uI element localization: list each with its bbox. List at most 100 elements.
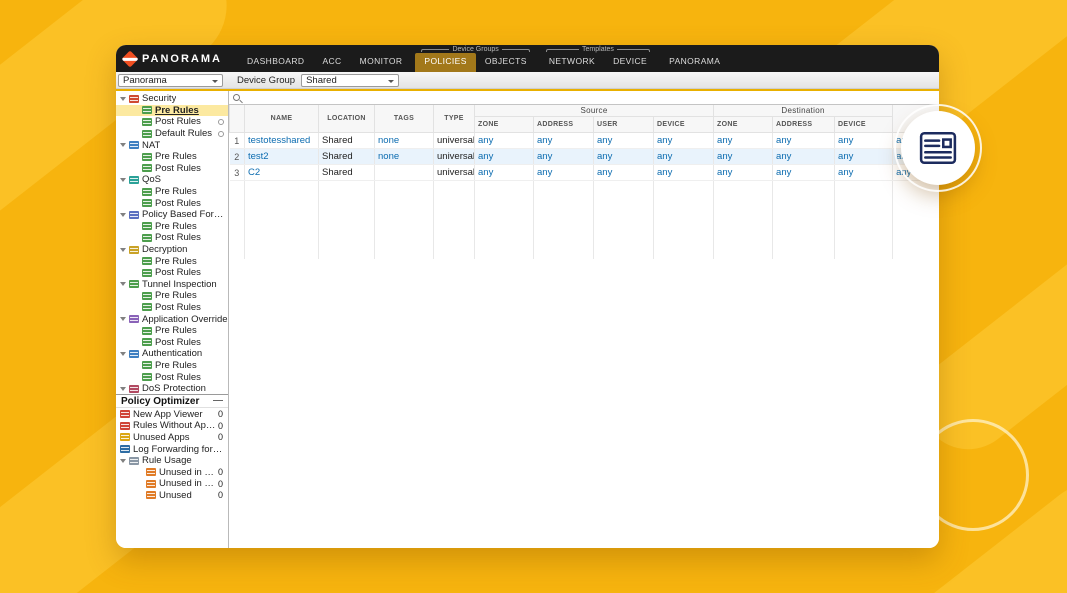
column-header-tags[interactable]: TAGS <box>374 105 434 133</box>
tree-item-authentication-pre-rules[interactable]: Pre Rules <box>116 360 228 372</box>
source-device-link[interactable]: any <box>657 151 672 162</box>
column-header-number[interactable] <box>229 105 245 133</box>
tree-item-pbf-pre-rules[interactable]: Pre Rules <box>116 221 228 233</box>
tab-device[interactable]: DEVICE <box>604 53 656 72</box>
tree-item-decryption-post-rules[interactable]: Post Rules <box>116 267 228 279</box>
destination-device-link[interactable]: any <box>838 167 853 178</box>
destination-zone-link[interactable]: any <box>717 151 732 162</box>
source-user-link[interactable]: any <box>597 151 612 162</box>
tree-item-decryption-pre-rules[interactable]: Pre Rules <box>116 255 228 267</box>
rule-name-link[interactable]: testotesshared <box>248 135 310 146</box>
tree-item-appoverride-pre-rules[interactable]: Pre Rules <box>116 325 228 337</box>
chevron-down-icon[interactable] <box>120 247 126 252</box>
tab-dashboard[interactable]: DASHBOARD <box>238 53 313 72</box>
tree-item-security-post-rules[interactable]: Post Rules <box>116 116 228 128</box>
collapse-icon[interactable]: — <box>213 396 223 406</box>
rules-search-bar[interactable] <box>229 91 939 105</box>
chevron-down-icon[interactable] <box>120 386 126 391</box>
destination-zone-link[interactable]: any <box>717 135 732 146</box>
tree-group-dos-protection[interactable]: DoS Protection <box>116 383 228 395</box>
tree-group-tunnel-inspection[interactable]: Tunnel Inspection <box>116 279 228 291</box>
optimizer-item-unused[interactable]: Unused 0 <box>116 490 228 502</box>
source-address-link[interactable]: any <box>537 151 552 162</box>
tab-network[interactable]: NETWORK <box>540 53 604 72</box>
rule-tags-link[interactable]: none <box>378 135 399 146</box>
tree-item-pbf-post-rules[interactable]: Post Rules <box>116 232 228 244</box>
chevron-down-icon[interactable] <box>120 143 126 148</box>
source-zone-link[interactable]: any <box>478 151 493 162</box>
column-header-destination-device[interactable]: DEVICE <box>834 116 894 133</box>
chevron-down-icon[interactable] <box>120 177 126 182</box>
source-device-link[interactable]: any <box>657 167 672 178</box>
tree-group-authentication[interactable]: Authentication <box>116 348 228 360</box>
tree-item-qos-pre-rules[interactable]: Pre Rules <box>116 186 228 198</box>
tab-panorama[interactable]: PANORAMA <box>660 53 729 72</box>
chevron-down-icon[interactable] <box>120 212 126 217</box>
tree-item-security-default-rules[interactable]: Default Rules <box>116 128 228 140</box>
context-select[interactable]: Panorama <box>118 73 223 87</box>
column-header-destination-address[interactable]: ADDRESS <box>772 116 836 133</box>
column-header-destination-zone[interactable]: ZONE <box>713 116 774 133</box>
source-device-link[interactable]: any <box>657 135 672 146</box>
tree-group-security[interactable]: Security <box>116 93 228 105</box>
column-header-source-device[interactable]: DEVICE <box>652 116 715 133</box>
tab-monitor[interactable]: MONITOR <box>351 53 412 72</box>
table-row[interactable]: 2 test2 Shared none universal any any an… <box>229 148 939 165</box>
rule-name-link[interactable]: test2 <box>248 151 269 162</box>
destination-zone-link[interactable]: any <box>717 167 732 178</box>
tree-item-authentication-post-rules[interactable]: Post Rules <box>116 371 228 383</box>
tab-acc[interactable]: ACC <box>313 53 350 72</box>
source-zone-link[interactable]: any <box>478 135 493 146</box>
optimizer-item-new-app-viewer[interactable]: New App Viewer 0 <box>116 408 228 420</box>
tab-objects[interactable]: OBJECTS <box>476 53 536 72</box>
table-row[interactable]: 1 testotesshared Shared none universal a… <box>229 132 939 149</box>
tree-item-nat-pre-rules[interactable]: Pre Rules <box>116 151 228 163</box>
chevron-down-icon[interactable] <box>120 458 126 463</box>
column-header-type[interactable]: TYPE <box>433 105 475 133</box>
column-header-source-user[interactable]: USER <box>593 116 654 133</box>
column-header-name[interactable]: NAME <box>244 105 319 133</box>
optimizer-item-unused-90-days[interactable]: Unused in 90 days0 <box>116 478 228 490</box>
rule-tags-link[interactable]: none <box>378 151 399 162</box>
column-header-source-zone[interactable]: ZONE <box>474 116 534 133</box>
tree-group-pbf[interactable]: Policy Based Forwarding <box>116 209 228 221</box>
chevron-down-icon[interactable] <box>120 282 126 287</box>
tree-item-tunnel-post-rules[interactable]: Post Rules <box>116 302 228 314</box>
tree-group-nat[interactable]: NAT <box>116 139 228 151</box>
device-group-select[interactable]: Shared <box>301 73 400 87</box>
optimizer-item-unused-apps[interactable]: Unused Apps 0 <box>116 432 228 444</box>
tree-item-nat-post-rules[interactable]: Post Rules <box>116 163 228 175</box>
optimizer-item-log-forwarding[interactable]: Log Forwarding for Security Se <box>116 443 228 455</box>
empty-rulebase-icon <box>218 118 224 125</box>
optimizer-group-rule-usage[interactable]: Rule Usage <box>116 455 228 467</box>
tree-group-decryption[interactable]: Decryption <box>116 244 228 256</box>
source-zone-link[interactable]: any <box>478 167 493 178</box>
destination-address-link[interactable]: any <box>776 151 791 162</box>
chevron-down-icon[interactable] <box>120 317 126 322</box>
chevron-down-icon[interactable] <box>120 351 126 356</box>
destination-address-link[interactable]: any <box>776 167 791 178</box>
device-group-label: Device Group <box>237 74 296 86</box>
tree-group-qos[interactable]: QoS <box>116 174 228 186</box>
tree-item-qos-post-rules[interactable]: Post Rules <box>116 197 228 209</box>
empty-grid-area <box>229 180 939 259</box>
optimizer-item-unused-30-days[interactable]: Unused in 30 days0 <box>116 466 228 478</box>
table-row[interactable]: 3 C2 Shared universal any any any any an… <box>229 164 939 181</box>
column-header-location[interactable]: LOCATION <box>318 105 375 133</box>
tree-item-appoverride-post-rules[interactable]: Post Rules <box>116 336 228 348</box>
column-header-source-address[interactable]: ADDRESS <box>533 116 594 133</box>
tree-item-tunnel-pre-rules[interactable]: Pre Rules <box>116 290 228 302</box>
destination-address-link[interactable]: any <box>776 135 791 146</box>
tree-item-security-pre-rules[interactable]: Pre Rules <box>116 104 228 117</box>
destination-device-link[interactable]: any <box>838 135 853 146</box>
destination-device-link[interactable]: any <box>838 151 853 162</box>
source-address-link[interactable]: any <box>537 167 552 178</box>
tree-group-application-override[interactable]: Application Override <box>116 313 228 325</box>
optimizer-item-rules-without-app-controls[interactable]: Rules Without App Controls0 <box>116 420 228 432</box>
rule-name-link[interactable]: C2 <box>248 167 260 178</box>
tab-policies[interactable]: POLICIES <box>415 53 476 72</box>
source-address-link[interactable]: any <box>537 135 552 146</box>
chevron-down-icon[interactable] <box>120 96 126 101</box>
source-user-link[interactable]: any <box>597 167 612 178</box>
source-user-link[interactable]: any <box>597 135 612 146</box>
